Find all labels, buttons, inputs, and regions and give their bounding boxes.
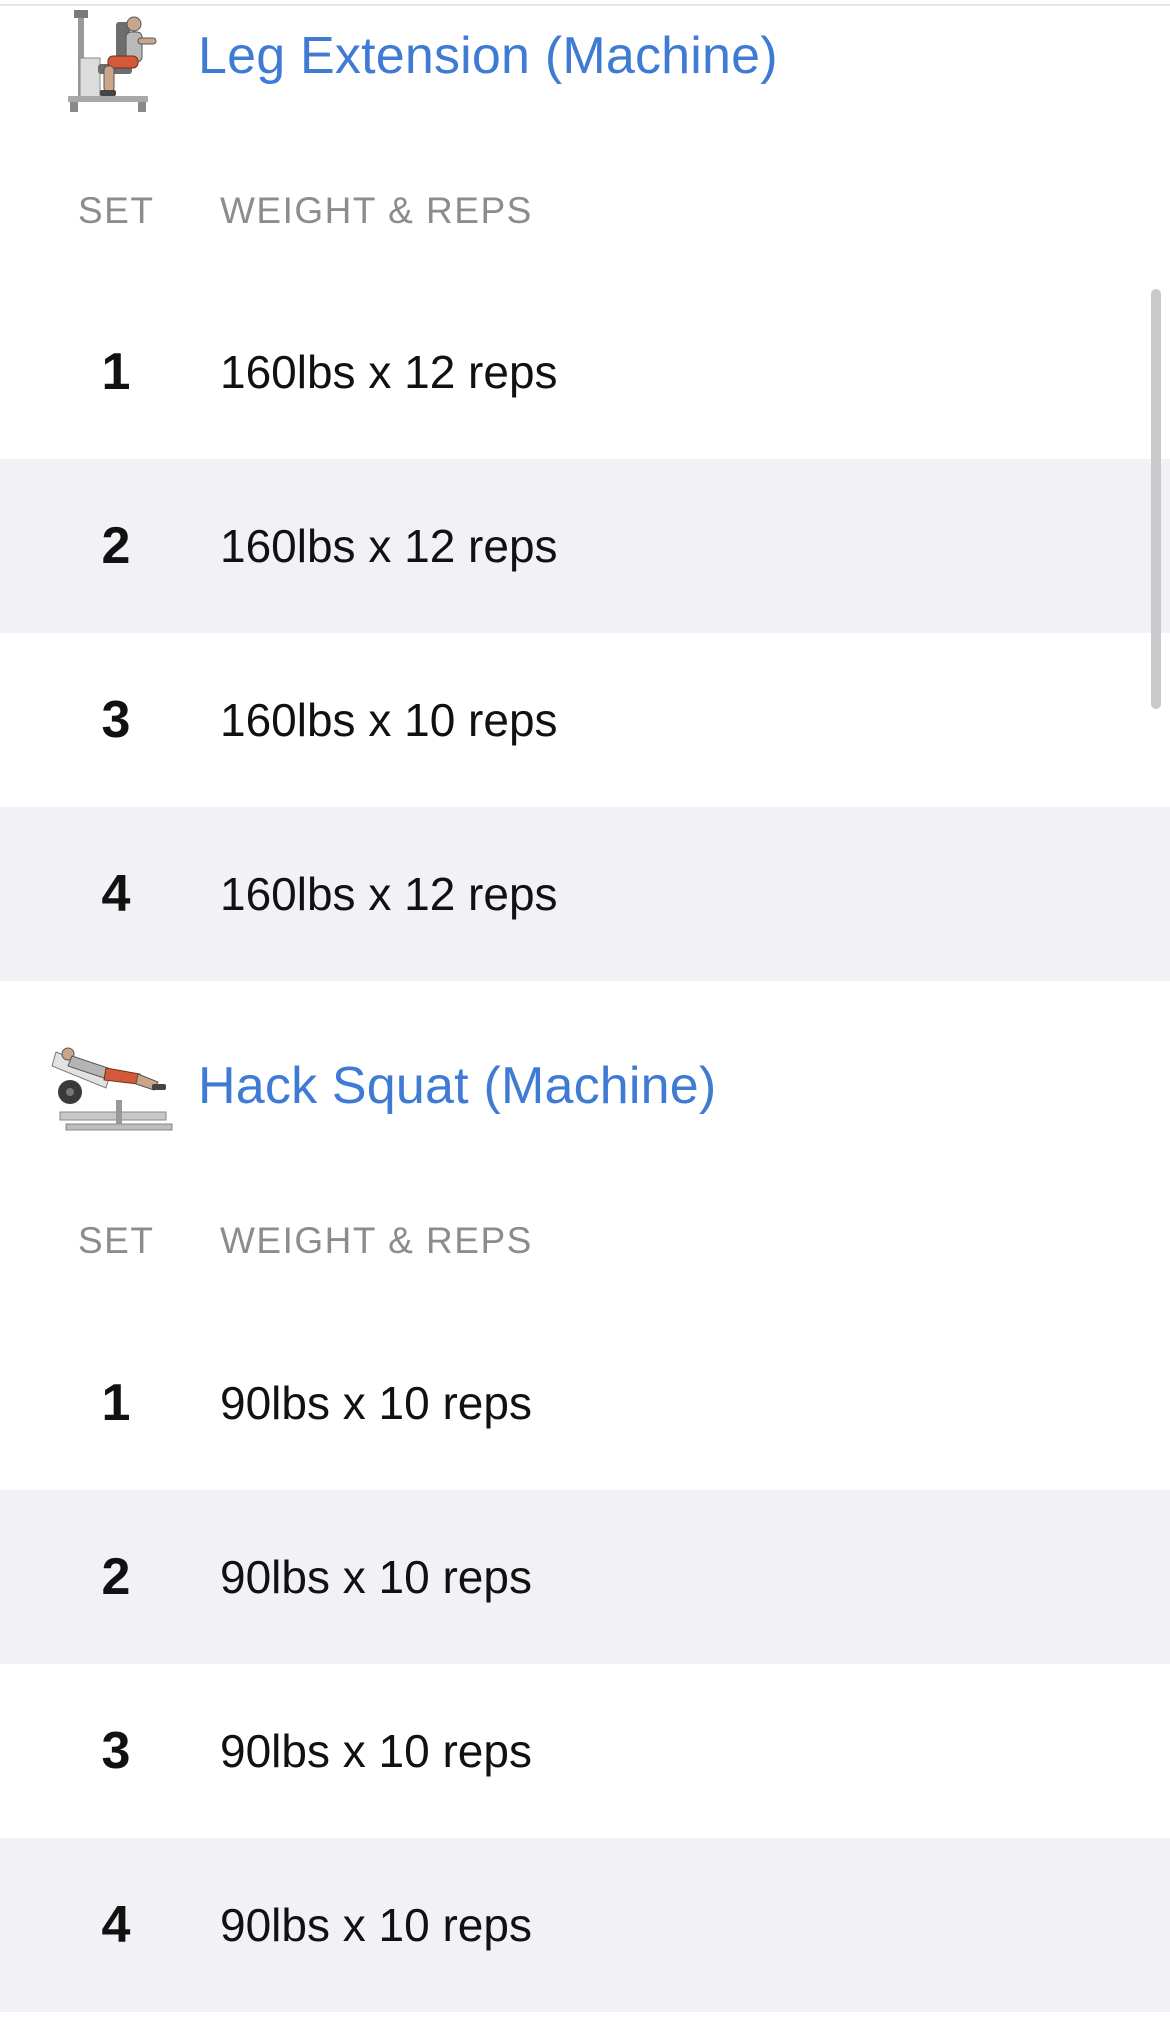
set-weight-reps: 90lbs x 10 reps [220, 1899, 532, 1951]
set-row: 1 160lbs x 12 reps [0, 285, 1170, 459]
set-row: 4 160lbs x 12 reps [0, 807, 1170, 981]
weight-reps-column-header: WEIGHT & REPS [220, 190, 533, 231]
set-number: 3 [101, 1722, 131, 1780]
set-column-header: SET [78, 190, 155, 231]
set-number: 2 [101, 1548, 131, 1606]
set-number: 3 [101, 691, 131, 749]
exercise-title[interactable]: Hack Squat (Machine) [198, 1056, 716, 1116]
set-weight-reps: 160lbs x 12 reps [220, 868, 558, 920]
weight-reps-column-header: WEIGHT & REPS [220, 1220, 533, 1261]
set-number: 1 [101, 1374, 131, 1432]
set-row: 4 90lbs x 10 reps [0, 1838, 1170, 2012]
set-weight-reps: 160lbs x 12 reps [220, 520, 558, 572]
set-number: 2 [101, 517, 131, 575]
set-number: 1 [101, 343, 131, 401]
set-row: 1 90lbs x 10 reps [0, 1316, 1170, 1490]
vertical-scrollbar[interactable] [1151, 289, 1161, 709]
set-row: 2 90lbs x 10 reps [0, 1490, 1170, 1664]
exercise-title[interactable]: Leg Extension (Machine) [198, 26, 778, 86]
set-row: 3 160lbs x 10 reps [0, 633, 1170, 807]
workout-detail-page: Leg Extension (Machine) SET WEIGHT & REP… [0, 0, 1170, 2017]
set-row: 3 90lbs x 10 reps [0, 1664, 1170, 1838]
set-number: 4 [101, 1896, 131, 1954]
set-column-header: SET [78, 1220, 155, 1261]
set-weight-reps: 90lbs x 10 reps [220, 1725, 532, 1777]
hack-squat-thumbnail-icon [51, 1047, 173, 1131]
exercise-header[interactable]: Leg Extension (Machine) [0, 0, 1170, 120]
set-weight-reps: 160lbs x 10 reps [220, 694, 558, 746]
exercise-header[interactable]: Hack Squat (Machine) [0, 1030, 1170, 1150]
leg-extension-thumbnail-icon [68, 10, 157, 112]
set-number: 4 [101, 865, 131, 923]
set-weight-reps: 160lbs x 12 reps [220, 346, 558, 398]
set-weight-reps: 90lbs x 10 reps [220, 1377, 532, 1429]
set-weight-reps: 90lbs x 10 reps [220, 1551, 532, 1603]
set-row: 2 160lbs x 12 reps [0, 459, 1170, 633]
